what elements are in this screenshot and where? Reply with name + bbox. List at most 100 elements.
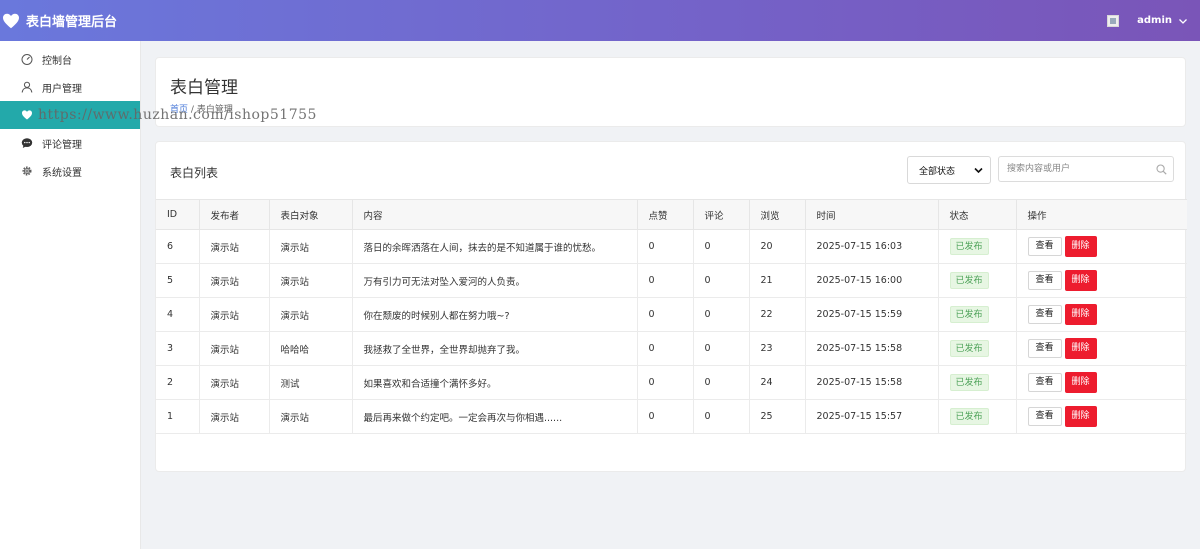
cell-views: 23 bbox=[749, 331, 806, 366]
cell-time: 2025-07-15 15:58 bbox=[805, 365, 939, 400]
cell-status: 已发布 bbox=[938, 229, 1017, 264]
cell-likes: 0 bbox=[637, 263, 694, 298]
cell-target: 演示站 bbox=[269, 297, 353, 332]
table-row: 6 演示站 演示站 落日的余晖洒落在人间，抹去的是不知道属于谁的忧愁。 0 0 … bbox=[156, 229, 1187, 264]
status-badge: 已发布 bbox=[949, 306, 989, 323]
brand[interactable]: 表白墙管理后台 bbox=[0, 0, 117, 41]
gear-icon bbox=[22, 166, 32, 176]
sidebar-item-label: 评论管理 bbox=[42, 139, 82, 151]
cell-content: 你在颓废的时候别人都在努力哦~? bbox=[352, 297, 638, 332]
user-menu[interactable]: admin bbox=[1107, 0, 1188, 41]
sidebar-item-label: 用户管理 bbox=[42, 83, 82, 95]
column-header-id: ID bbox=[156, 199, 200, 230]
cell-status: 已发布 bbox=[938, 365, 1017, 400]
cell-time: 2025-07-15 16:03 bbox=[805, 229, 939, 264]
status-badge: 已发布 bbox=[949, 272, 989, 289]
cell-time: 2025-07-15 16:00 bbox=[805, 263, 939, 298]
watermark-text: https://www.huzhan.com/ishop51755 bbox=[38, 107, 317, 123]
cell-likes: 0 bbox=[637, 399, 694, 434]
table-header-row: ID 发布者 表白对象 内容 点赞 评论 浏览 时间 状态 操作 bbox=[156, 199, 1187, 230]
heart-logo-icon bbox=[3, 13, 19, 28]
view-button[interactable]: 查看 bbox=[1027, 271, 1062, 290]
cell-actions: 查看 删除 bbox=[1016, 331, 1187, 366]
cell-actions: 查看 删除 bbox=[1016, 365, 1187, 400]
view-button[interactable]: 查看 bbox=[1027, 237, 1062, 256]
cell-id: 1 bbox=[156, 399, 200, 434]
column-header-actions: 操作 bbox=[1016, 199, 1187, 230]
confession-list-card: 表白列表 全部状态 ID 发布者 表白对象 内容 点赞 评论 浏览 bbox=[155, 141, 1187, 472]
column-header-views: 浏览 bbox=[749, 199, 806, 230]
cell-status: 已发布 bbox=[938, 263, 1017, 298]
cell-views: 25 bbox=[749, 399, 806, 434]
table-row: 5 演示站 演示站 万有引力可无法对坠入爱河的人负责。 0 0 21 2025-… bbox=[156, 263, 1187, 298]
view-button[interactable]: 查看 bbox=[1027, 305, 1062, 324]
cell-content: 万有引力可无法对坠入爱河的人负责。 bbox=[352, 263, 638, 298]
list-title: 表白列表 bbox=[170, 166, 219, 180]
cell-publisher: 演示站 bbox=[199, 399, 270, 434]
comment-icon bbox=[21, 138, 33, 148]
table-row: 3 演示站 哈哈哈 我拯救了全世界，全世界却抛弃了我。 0 0 23 2025-… bbox=[156, 331, 1187, 366]
cell-status: 已发布 bbox=[938, 297, 1017, 332]
cell-comments: 0 bbox=[693, 365, 750, 400]
status-badge: 已发布 bbox=[949, 340, 989, 357]
view-button[interactable]: 查看 bbox=[1027, 339, 1062, 358]
sidebar-item-label: 系统设置 bbox=[42, 167, 82, 179]
sidebar-item-comments[interactable]: 评论管理 bbox=[0, 129, 140, 157]
search-icon[interactable] bbox=[1156, 164, 1167, 175]
sidebar-item-users[interactable]: 用户管理 bbox=[0, 73, 140, 101]
heart-icon bbox=[22, 110, 32, 120]
cell-id: 5 bbox=[156, 263, 200, 298]
cell-id: 6 bbox=[156, 229, 200, 264]
cell-target: 测试 bbox=[269, 365, 353, 400]
confession-table: ID 发布者 表白对象 内容 点赞 评论 浏览 时间 状态 操作 6 演示站 演… bbox=[156, 199, 1187, 434]
cell-comments: 0 bbox=[693, 331, 750, 366]
cell-actions: 查看 删除 bbox=[1016, 297, 1187, 332]
cell-time: 2025-07-15 15:58 bbox=[805, 331, 939, 366]
view-button[interactable]: 查看 bbox=[1027, 407, 1062, 426]
cell-publisher: 演示站 bbox=[199, 331, 270, 366]
column-header-target: 表白对象 bbox=[269, 199, 353, 230]
table-row: 2 演示站 测试 如果喜欢和合适撞个满怀多好。 0 0 24 2025-07-1… bbox=[156, 365, 1187, 400]
delete-button[interactable]: 删除 bbox=[1064, 236, 1097, 257]
cell-id: 2 bbox=[156, 365, 200, 400]
chevron-down-icon[interactable] bbox=[1178, 16, 1188, 26]
top-bar: 表白墙管理后台 admin bbox=[0, 0, 1200, 41]
cell-actions: 查看 删除 bbox=[1016, 263, 1187, 298]
cell-target: 演示站 bbox=[269, 399, 353, 434]
cell-views: 24 bbox=[749, 365, 806, 400]
status-badge: 已发布 bbox=[949, 238, 989, 255]
status-filter-select[interactable]: 全部状态 bbox=[907, 156, 991, 184]
cell-actions: 查看 删除 bbox=[1016, 399, 1187, 434]
cell-status: 已发布 bbox=[938, 331, 1017, 366]
avatar[interactable] bbox=[1107, 14, 1120, 27]
cell-views: 20 bbox=[749, 229, 806, 264]
cell-publisher: 演示站 bbox=[199, 263, 270, 298]
app-title: 表白墙管理后台 bbox=[26, 15, 118, 30]
cell-content: 如果喜欢和合适撞个满怀多好。 bbox=[352, 365, 638, 400]
delete-button[interactable]: 删除 bbox=[1064, 304, 1097, 325]
cell-comments: 0 bbox=[693, 297, 750, 332]
column-header-status: 状态 bbox=[938, 199, 1017, 230]
cell-target: 演示站 bbox=[269, 229, 353, 264]
cell-views: 22 bbox=[749, 297, 806, 332]
delete-button[interactable]: 删除 bbox=[1064, 406, 1097, 427]
column-header-publisher: 发布者 bbox=[199, 199, 270, 230]
status-filter-value: 全部状态 bbox=[919, 166, 956, 177]
user-name[interactable]: admin bbox=[1137, 15, 1172, 26]
cell-publisher: 演示站 bbox=[199, 365, 270, 400]
delete-button[interactable]: 删除 bbox=[1064, 270, 1097, 291]
sidebar-item-settings[interactable]: 系统设置 bbox=[0, 157, 140, 185]
view-button[interactable]: 查看 bbox=[1027, 373, 1062, 392]
cell-status: 已发布 bbox=[938, 399, 1017, 434]
cell-comments: 0 bbox=[693, 229, 750, 264]
search-input[interactable] bbox=[999, 157, 1149, 181]
delete-button[interactable]: 删除 bbox=[1064, 372, 1097, 393]
cell-time: 2025-07-15 15:59 bbox=[805, 297, 939, 332]
column-header-content: 内容 bbox=[352, 199, 638, 230]
delete-button[interactable]: 删除 bbox=[1064, 338, 1097, 359]
column-header-likes: 点赞 bbox=[637, 199, 694, 230]
cell-likes: 0 bbox=[637, 229, 694, 264]
cell-actions: 查看 删除 bbox=[1016, 229, 1187, 264]
cell-target: 演示站 bbox=[269, 263, 353, 298]
sidebar-item-dashboard[interactable]: 控制台 bbox=[0, 45, 140, 73]
